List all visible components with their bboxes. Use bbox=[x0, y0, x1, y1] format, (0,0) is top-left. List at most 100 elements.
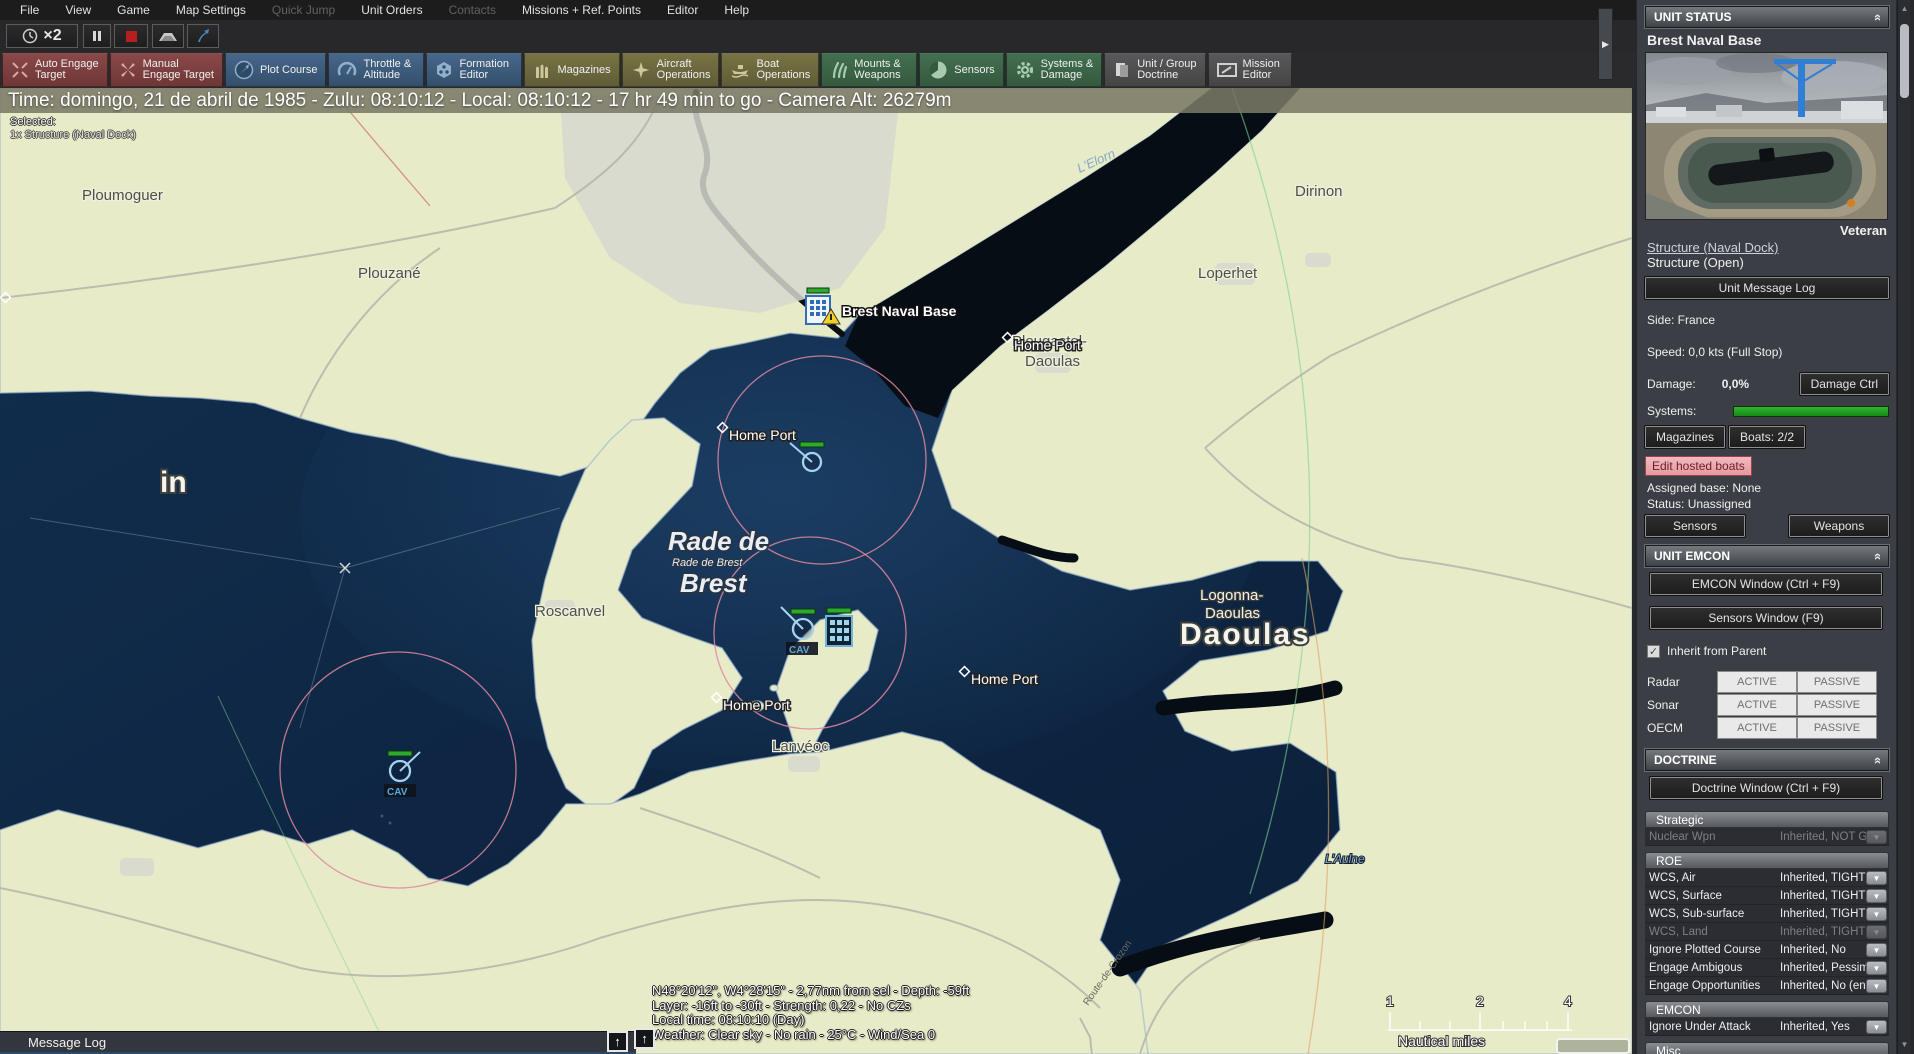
map-viewport[interactable]: Ploumoguer Plouzané Roscanvel Lanvéoc Pl… bbox=[0, 88, 1632, 1054]
pause-button[interactable] bbox=[83, 24, 111, 48]
message-log-bar[interactable]: Message Log bbox=[0, 1031, 636, 1054]
formation-icon bbox=[435, 61, 453, 79]
unit-group-doctrine-button[interactable]: Unit / GroupDoctrine bbox=[1104, 53, 1205, 87]
auto-engage-target-button[interactable]: Auto EngageTarget bbox=[2, 53, 108, 87]
ignore-under-attack-row: Ignore Under Attack Inherited, Yes ▼ bbox=[1645, 1018, 1889, 1036]
unit-type-link[interactable]: Structure (Naval Dock) bbox=[1647, 240, 1889, 255]
collapse-chevron-icon[interactable]: » bbox=[1869, 13, 1884, 20]
menu-view[interactable]: View bbox=[53, 1, 103, 19]
systems-damage-button[interactable]: Systems &Damage bbox=[1006, 53, 1103, 87]
mounts-weapons-button[interactable]: Mounts &Weapons bbox=[821, 53, 917, 87]
scroll-down-icon[interactable]: ▼ bbox=[1900, 1040, 1909, 1049]
throttle-altitude-button[interactable]: Throttle &Altitude bbox=[328, 53, 424, 87]
menu-missions-ref-points[interactable]: Missions + Ref. Points bbox=[510, 1, 653, 19]
oecm-label: OECM bbox=[1647, 721, 1717, 735]
right-sidebar: UNIT STATUS » Brest Naval Base bbox=[1637, 0, 1896, 1054]
center-camera-icon[interactable]: ↑ bbox=[634, 1028, 655, 1049]
scrollbar-thumb[interactable] bbox=[1900, 24, 1909, 98]
clock-icon bbox=[22, 28, 38, 44]
systems-label: Systems: bbox=[1647, 404, 1696, 418]
collapse-chevron-icon[interactable]: » bbox=[1869, 552, 1884, 559]
formation-editor-button[interactable]: FormationEditor bbox=[426, 53, 522, 87]
dropdown-chevron-icon: ▼ bbox=[1866, 925, 1887, 939]
cursor-status-block: N48°20'12", W4°28'15" - 2,77nm from sel … bbox=[652, 984, 969, 1042]
emcon-window-button[interactable]: EMCON Window (Ctrl + F9) bbox=[1650, 573, 1882, 595]
magazines-sidebar-button[interactable]: Magazines bbox=[1645, 426, 1725, 448]
time-compression-button[interactable]: ×2 bbox=[6, 24, 78, 48]
damage-ctrl-button[interactable]: Damage Ctrl bbox=[1800, 373, 1889, 395]
speed-label: Speed: 0,0 kts (Full Stop) bbox=[1647, 345, 1889, 359]
svg-text:Nautical miles: Nautical miles bbox=[1398, 1033, 1485, 1049]
oecm-active-button[interactable]: ACTIVE bbox=[1717, 717, 1797, 739]
map-corner-control[interactable] bbox=[1556, 1038, 1630, 1054]
menu-help[interactable]: Help bbox=[712, 1, 761, 19]
unit-status-header[interactable]: UNIT STATUS » bbox=[1645, 6, 1889, 28]
ocean-label-partial: in bbox=[160, 466, 187, 499]
sidebar-collapse-button[interactable]: ▶ bbox=[1598, 8, 1613, 80]
edit-hosted-boats-button[interactable]: Edit hosted boats bbox=[1645, 456, 1752, 476]
doctrine-window-button[interactable]: Doctrine Window (Ctrl + F9) bbox=[1650, 777, 1882, 799]
dropdown-chevron-icon[interactable]: ▼ bbox=[1866, 889, 1887, 903]
svg-text:Brest: Brest bbox=[680, 568, 748, 598]
unit-emcon-header[interactable]: UNIT EMCON » bbox=[1645, 545, 1889, 567]
magazines-button[interactable]: Magazines bbox=[524, 53, 619, 87]
collapse-chevron-icon[interactable]: » bbox=[1869, 756, 1884, 763]
dropdown-chevron-icon: ▼ bbox=[1866, 830, 1887, 844]
health-bar bbox=[827, 608, 851, 613]
unit-name: Brest Naval Base bbox=[1647, 32, 1889, 48]
menu-editor[interactable]: Editor bbox=[655, 1, 710, 19]
dropdown-chevron-icon[interactable]: ▼ bbox=[1866, 943, 1887, 957]
auto-engage-icon bbox=[11, 61, 29, 79]
unit-emcon-title: UNIT EMCON bbox=[1654, 549, 1730, 563]
message-log-expand-icon[interactable]: ↑ bbox=[607, 1031, 628, 1052]
sensors-button[interactable]: Sensors bbox=[919, 53, 1003, 87]
bridge-view-button[interactable] bbox=[152, 24, 184, 48]
svg-text:4: 4 bbox=[1564, 993, 1572, 1009]
unit-photo bbox=[1645, 52, 1888, 220]
base-label: Brest Naval Base bbox=[842, 303, 957, 319]
boat-operations-button[interactable]: BoatOperations bbox=[721, 53, 819, 87]
bridge-icon bbox=[157, 29, 179, 43]
inherit-from-parent-checkbox[interactable]: ✓ bbox=[1647, 645, 1660, 658]
menu-quick-jump: Quick Jump bbox=[260, 1, 347, 19]
dropdown-chevron-icon[interactable]: ▼ bbox=[1866, 871, 1887, 885]
radar-active-button[interactable]: ACTIVE bbox=[1717, 671, 1797, 693]
sensors-sidebar-button[interactable]: Sensors bbox=[1645, 515, 1745, 537]
manual-engage-target-button[interactable]: ManualEngage Target bbox=[110, 53, 223, 87]
svg-text:2: 2 bbox=[1476, 993, 1484, 1009]
oecm-passive-button[interactable]: PASSIVE bbox=[1797, 717, 1877, 739]
svg-text:Lanvéoc: Lanvéoc bbox=[772, 738, 829, 755]
sonar-active-button[interactable]: ACTIVE bbox=[1717, 694, 1797, 716]
svg-text:Plouzané: Plouzané bbox=[358, 265, 421, 282]
unit-type-detail: Structure (Open) bbox=[1647, 255, 1889, 270]
plot-course-button[interactable]: Plot Course bbox=[225, 53, 326, 87]
menu-unit-orders[interactable]: Unit Orders bbox=[349, 1, 434, 19]
boats-button[interactable]: Boats: 2/2 bbox=[1729, 426, 1805, 448]
sensors-window-button[interactable]: Sensors Window (F9) bbox=[1650, 607, 1882, 629]
sidebar-scrollbar[interactable]: ▲ ▼ bbox=[1897, 0, 1910, 1054]
doctrine-header[interactable]: DOCTRINE » bbox=[1645, 749, 1889, 771]
sonar-passive-button[interactable]: PASSIVE bbox=[1797, 694, 1877, 716]
aircraft-operations-button[interactable]: AircraftOperations bbox=[622, 53, 720, 87]
scroll-up-icon[interactable]: ▲ bbox=[1900, 4, 1909, 13]
mounts-weapons-icon bbox=[830, 61, 848, 79]
weapons-button[interactable]: Weapons bbox=[1789, 515, 1889, 537]
dropdown-chevron-icon[interactable]: ▼ bbox=[1866, 907, 1887, 921]
logonna-label: Logonna- Daoulas bbox=[1200, 587, 1263, 622]
wcs-land-row: WCS, Land Inherited, TIGHT ▼ bbox=[1645, 923, 1889, 941]
mission-editor-button[interactable]: MissionEditor bbox=[1208, 53, 1292, 87]
radar-passive-button[interactable]: PASSIVE bbox=[1797, 671, 1877, 693]
unit-message-log-button[interactable]: Unit Message Log bbox=[1645, 277, 1889, 299]
pause-icon bbox=[91, 30, 103, 42]
jump-to-button[interactable] bbox=[187, 24, 219, 48]
menu-game[interactable]: Game bbox=[105, 1, 162, 19]
mission-editor-icon bbox=[1217, 62, 1237, 78]
stop-button[interactable] bbox=[114, 24, 148, 48]
menu-file[interactable]: File bbox=[8, 1, 51, 19]
emcon-table: Radar ACTIVE PASSIVE Sonar ACTIVE PASSIV… bbox=[1647, 670, 1889, 739]
jump-arrow-icon bbox=[195, 28, 211, 44]
menu-map-settings[interactable]: Map Settings bbox=[164, 1, 258, 19]
dropdown-chevron-icon[interactable]: ▼ bbox=[1866, 961, 1887, 975]
dropdown-chevron-icon[interactable]: ▼ bbox=[1866, 1020, 1887, 1034]
dropdown-chevron-icon[interactable]: ▼ bbox=[1866, 979, 1887, 993]
